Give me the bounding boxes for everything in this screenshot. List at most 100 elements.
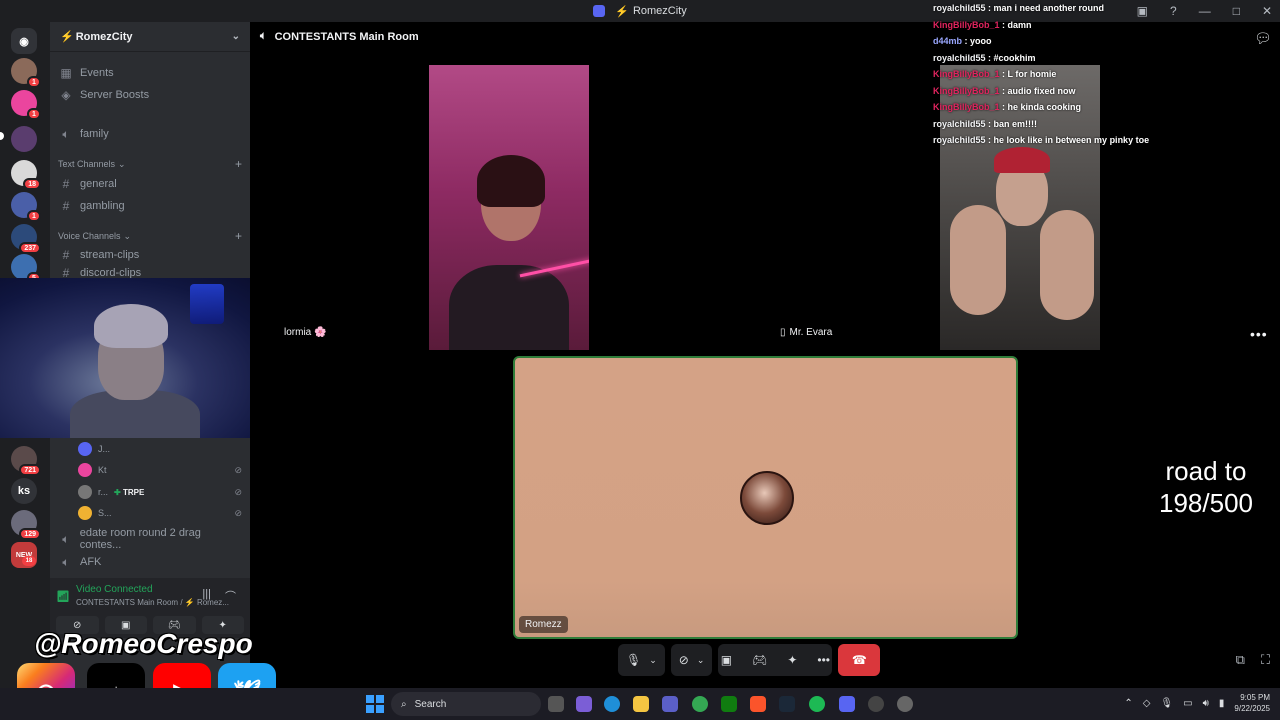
chat-bubble-icon[interactable]: 💬︎ — [1254, 30, 1272, 47]
clock[interactable]: 9:05 PM 9/22/2025 — [1234, 692, 1270, 714]
server-icon[interactable]: 721 — [11, 446, 41, 476]
channel-stream-clips[interactable]: # stream-clips — [58, 245, 242, 265]
more-options-icon[interactable]: ••• — [1250, 326, 1268, 342]
discord-logo-icon — [593, 5, 606, 17]
server-icon[interactable]: 237 — [11, 224, 41, 254]
soundboard-icon[interactable]: ✦ — [787, 653, 797, 667]
maximize-button[interactable]: □ — [1233, 4, 1240, 18]
stage-corner-actions: ⧉ ⛶ — [1236, 652, 1270, 668]
channel-label: family — [80, 128, 109, 140]
obs-icon[interactable] — [868, 696, 884, 712]
goal-line2: 198/500 — [1159, 488, 1253, 518]
window-title: ⚡ RomezCity — [593, 5, 687, 18]
channel-family[interactable]: 🔈︎ family — [58, 124, 242, 144]
chat-user: KingBillyBob_1 — [933, 102, 1000, 112]
server-icon[interactable]: 1 — [11, 192, 41, 222]
mobile-icon: ▯ — [780, 327, 786, 338]
server-icon[interactable]: 1 — [11, 58, 41, 88]
channel-label: stream-clips — [80, 249, 140, 261]
server-icon[interactable]: ks — [11, 478, 37, 504]
microphone-icon[interactable]: 🎙︎ — [1160, 698, 1173, 709]
channel-edate-room[interactable]: 🔈︎ edate room round 2 drag contes... — [58, 527, 242, 551]
edge-icon[interactable] — [604, 696, 620, 712]
server-icon[interactable]: 1 — [11, 90, 41, 120]
streamer-webcam — [0, 278, 284, 438]
activity-controls: ▣ 🎮︎ ✦ ••• — [718, 644, 833, 676]
server-header[interactable]: ⚡ RomezCity ⌄ — [50, 22, 250, 52]
unread-badge: 1 — [27, 108, 41, 120]
tag-badge-label: TRPE — [122, 487, 145, 497]
steam-icon[interactable] — [779, 696, 795, 712]
noise-suppression-icon[interactable]: ||| — [202, 588, 211, 604]
channel-gambling[interactable]: # gambling — [58, 196, 242, 216]
webcam-lights — [190, 284, 224, 324]
display-icon[interactable]: ▭ — [1183, 698, 1192, 709]
server-icon[interactable]: 129 — [11, 510, 41, 540]
teams-icon[interactable] — [662, 696, 678, 712]
stage-header: 🔈︎ CONTESTANTS Main Room — [260, 30, 419, 43]
popout-icon[interactable]: ⧉ — [1236, 652, 1245, 668]
goal-line1: road to — [1165, 456, 1247, 486]
more-icon[interactable]: ••• — [817, 653, 830, 667]
disconnect-icon[interactable]: ⌒ — [225, 588, 236, 604]
chat-user: KingBillyBob_1 — [933, 19, 1000, 30]
text-channels-category[interactable]: Text Channels ⌄ + — [58, 157, 242, 171]
minimize-button[interactable]: — — [1199, 4, 1211, 18]
chat-text: ban em!!!! — [993, 118, 1038, 129]
copilot-icon[interactable] — [576, 696, 592, 712]
add-channel-icon[interactable]: + — [235, 229, 242, 243]
sidebar-item-events[interactable]: ▦ Events — [58, 63, 242, 83]
discord-home-icon[interactable]: ◉ — [11, 28, 37, 54]
microphone-button[interactable]: 🎙︎ ⌄ — [618, 644, 665, 676]
hashtag-icon: # — [62, 177, 70, 191]
chat-message: royalchild55 : ban em!!!! — [933, 118, 1038, 129]
search-box[interactable]: ⌕ Search — [391, 692, 541, 716]
speaker-icon: 🔈︎ — [260, 30, 267, 42]
activity-icon[interactable]: 🎮︎ — [752, 653, 767, 667]
deafened-icon: ⊘ — [234, 464, 242, 475]
chat-message: KingBillyBob_1 : audio fixed now — [933, 85, 1076, 96]
spotlight-tile[interactable]: Romezz — [513, 356, 1018, 639]
close-button[interactable]: ✕ — [1262, 4, 1272, 18]
xbox-icon[interactable] — [721, 696, 737, 712]
chevron-down-icon: ⌄ — [123, 230, 132, 241]
battery-icon[interactable]: ▮ — [1219, 698, 1225, 709]
windows-taskbar: ⌕ Search ⌃ ◇ 🎙︎ ▭ 🔊︎ ▮ 9:05 PM 9/22/2025 — [0, 688, 1280, 720]
participant-name: lormia 🌸 — [284, 327, 327, 338]
voice-status[interactable]: Video Connected — [76, 584, 153, 595]
volume-icon[interactable]: 🔊︎ — [1203, 698, 1209, 709]
avatar — [78, 506, 92, 520]
brave-icon[interactable] — [750, 696, 766, 712]
unread-badge: 18 — [22, 556, 36, 566]
chevron-down-icon: ⌄ — [696, 654, 705, 665]
voice-user[interactable]: Kt ⊘ — [78, 461, 242, 479]
task-view-icon[interactable] — [548, 696, 564, 712]
server-icon[interactable] — [11, 126, 37, 152]
deafened-icon: ⊘ — [234, 486, 242, 497]
spotify-icon[interactable] — [809, 696, 825, 712]
voice-channels-category[interactable]: Voice Channels ⌄ + — [58, 229, 242, 243]
server-icon[interactable]: 18 — [11, 160, 41, 190]
discord-icon[interactable] — [839, 696, 855, 712]
voice-user[interactable]: S... ⊘ — [78, 504, 242, 522]
voice-user-name: r... — [98, 487, 109, 497]
server-icon[interactable]: 5 — [11, 254, 41, 284]
end-call-button[interactable]: ☎︎ — [838, 644, 881, 676]
fullscreen-icon[interactable]: ⛶ — [1261, 652, 1270, 668]
chat-user: KingBillyBob_1 — [933, 69, 1000, 79]
participant-video-tile[interactable] — [429, 65, 589, 350]
settings-icon[interactable] — [897, 696, 913, 712]
sidebar-item-server-boosts[interactable]: ◈ Server Boosts — [58, 85, 242, 105]
voice-user[interactable]: J... — [78, 440, 242, 458]
screen-share-icon[interactable]: ▣ — [721, 653, 732, 667]
file-explorer-icon[interactable] — [633, 696, 649, 712]
add-channel-icon[interactable]: + — [235, 157, 242, 171]
voice-user[interactable]: r... ✚ TRPE ⊘ — [78, 483, 242, 501]
network-icon[interactable]: ◇ — [1143, 698, 1151, 709]
channel-afk[interactable]: 🔈︎ AFK — [58, 552, 242, 572]
chrome-icon[interactable] — [692, 696, 708, 712]
camera-button[interactable]: ⊘ ⌄ — [670, 644, 713, 676]
chevron-up-icon[interactable]: ⌃ — [1124, 698, 1132, 709]
start-button[interactable] — [366, 695, 384, 713]
channel-general[interactable]: # general — [58, 174, 242, 194]
